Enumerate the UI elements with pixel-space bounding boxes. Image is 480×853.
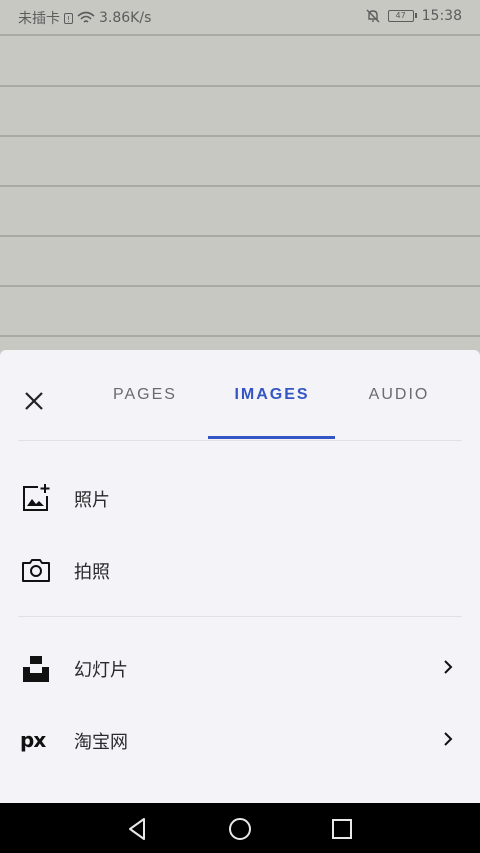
status-left: 未插卡 ! 3.86K/s bbox=[18, 8, 151, 28]
list-item-label: 照片 bbox=[74, 490, 110, 511]
ruled-line bbox=[0, 185, 480, 187]
chevron-right-icon bbox=[444, 732, 453, 746]
close-icon[interactable] bbox=[20, 387, 48, 415]
camera-icon bbox=[22, 559, 50, 582]
tab-indicator bbox=[208, 436, 335, 439]
ruled-line bbox=[0, 285, 480, 287]
home-circle-icon[interactable] bbox=[226, 815, 254, 843]
bell-off-icon bbox=[366, 9, 380, 23]
tab-images[interactable]: IMAGES bbox=[218, 386, 326, 410]
clock-text: 15:38 bbox=[421, 8, 462, 24]
status-right: 47 15:38 bbox=[366, 8, 462, 24]
navigation-bar bbox=[0, 803, 480, 853]
back-triangle-icon[interactable] bbox=[124, 815, 152, 843]
status-bar: 未插卡 ! 3.86K/s 47 15:38 bbox=[0, 0, 480, 34]
battery-icon: 47 bbox=[387, 10, 417, 22]
add-photo-icon bbox=[23, 484, 50, 511]
list-item-slides[interactable]: 幻灯片 bbox=[0, 634, 480, 698]
ruled-line bbox=[0, 335, 480, 337]
list-item-photos[interactable]: 照片 bbox=[0, 464, 480, 528]
page-background bbox=[0, 34, 480, 350]
recents-square-icon[interactable] bbox=[328, 815, 356, 843]
chevron-right-icon bbox=[444, 660, 453, 674]
unsplash-logo-icon bbox=[23, 656, 49, 682]
list-item-label: 淘宝网 bbox=[74, 732, 128, 753]
list-item-taobao[interactable]: px 淘宝网 bbox=[0, 706, 480, 770]
ruled-line bbox=[0, 34, 480, 36]
section-divider bbox=[18, 616, 462, 617]
ruled-line bbox=[0, 85, 480, 87]
wifi-icon bbox=[77, 11, 95, 23]
net-speed-text: 3.86K/s bbox=[99, 10, 152, 26]
ruled-line bbox=[0, 235, 480, 237]
tab-pages[interactable]: PAGES bbox=[100, 386, 190, 410]
list-item-label: 幻灯片 bbox=[74, 660, 128, 681]
tab-audio[interactable]: AUDIO bbox=[356, 386, 442, 410]
ruled-line bbox=[0, 135, 480, 137]
list-item-label: 拍照 bbox=[74, 562, 110, 583]
tab-divider bbox=[18, 440, 462, 441]
pixabay-logo-icon: px bbox=[20, 728, 46, 752]
sim-alert-icon: ! bbox=[64, 12, 73, 24]
list-item-take-photo[interactable]: 拍照 bbox=[0, 536, 480, 600]
carrier-text: 未插卡 bbox=[18, 11, 60, 27]
